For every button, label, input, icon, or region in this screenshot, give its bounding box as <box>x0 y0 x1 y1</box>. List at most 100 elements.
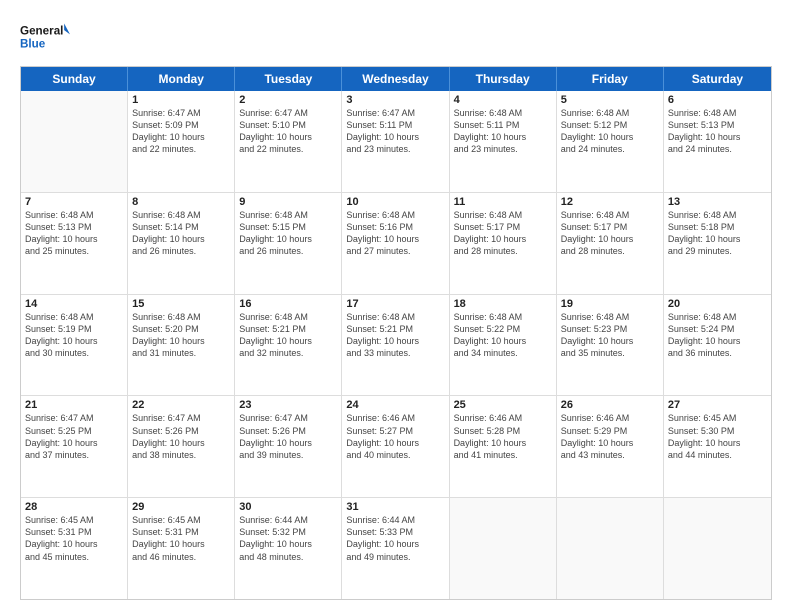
cell-info-line: Daylight: 10 hours <box>132 437 230 449</box>
header-cell-tuesday: Tuesday <box>235 67 342 91</box>
day-cell-26: 26Sunrise: 6:46 AMSunset: 5:29 PMDayligh… <box>557 396 664 497</box>
day-number: 27 <box>668 399 767 411</box>
day-number: 7 <box>25 196 123 208</box>
cell-info-line: Sunset: 5:27 PM <box>346 425 444 437</box>
cell-info-line: and 27 minutes. <box>346 245 444 257</box>
day-cell-24: 24Sunrise: 6:46 AMSunset: 5:27 PMDayligh… <box>342 396 449 497</box>
cell-info-line: Sunrise: 6:46 AM <box>561 412 659 424</box>
cell-info-line: Sunset: 5:11 PM <box>454 119 552 131</box>
cell-info-line: Sunset: 5:15 PM <box>239 221 337 233</box>
day-number: 17 <box>346 298 444 310</box>
day-cell-5: 5Sunrise: 6:48 AMSunset: 5:12 PMDaylight… <box>557 91 664 192</box>
cell-info-line: and 23 minutes. <box>454 143 552 155</box>
cell-info-line: Daylight: 10 hours <box>668 233 767 245</box>
cell-info-line: and 33 minutes. <box>346 347 444 359</box>
cell-info-line: Sunrise: 6:45 AM <box>132 514 230 526</box>
cell-info-line: Sunrise: 6:45 AM <box>25 514 123 526</box>
day-cell-30: 30Sunrise: 6:44 AMSunset: 5:32 PMDayligh… <box>235 498 342 599</box>
cell-info-line: and 40 minutes. <box>346 449 444 461</box>
cell-info-line: Sunset: 5:26 PM <box>132 425 230 437</box>
cell-info-line: Daylight: 10 hours <box>668 131 767 143</box>
cell-info-line: and 39 minutes. <box>239 449 337 461</box>
day-number: 14 <box>25 298 123 310</box>
cell-info-line: Sunrise: 6:46 AM <box>346 412 444 424</box>
cell-info-line: Daylight: 10 hours <box>668 437 767 449</box>
day-cell-16: 16Sunrise: 6:48 AMSunset: 5:21 PMDayligh… <box>235 295 342 396</box>
header-cell-saturday: Saturday <box>664 67 771 91</box>
cell-info-line: Daylight: 10 hours <box>668 335 767 347</box>
day-number: 8 <box>132 196 230 208</box>
day-cell-2: 2Sunrise: 6:47 AMSunset: 5:10 PMDaylight… <box>235 91 342 192</box>
cell-info-line: and 28 minutes. <box>561 245 659 257</box>
cell-info-line: and 45 minutes. <box>25 551 123 563</box>
cell-info-line: and 41 minutes. <box>454 449 552 461</box>
cell-info-line: Sunrise: 6:48 AM <box>346 311 444 323</box>
cell-info-line: Sunset: 5:13 PM <box>25 221 123 233</box>
cell-info-line: and 35 minutes. <box>561 347 659 359</box>
cell-info-line: Sunrise: 6:48 AM <box>454 107 552 119</box>
calendar-row-2: 14Sunrise: 6:48 AMSunset: 5:19 PMDayligh… <box>21 294 771 396</box>
cell-info-line: Daylight: 10 hours <box>239 233 337 245</box>
cell-info-line: Daylight: 10 hours <box>132 131 230 143</box>
day-number: 29 <box>132 501 230 513</box>
day-cell-3: 3Sunrise: 6:47 AMSunset: 5:11 PMDaylight… <box>342 91 449 192</box>
cell-info-line: and 46 minutes. <box>132 551 230 563</box>
calendar-body: 1Sunrise: 6:47 AMSunset: 5:09 PMDaylight… <box>21 91 771 599</box>
cell-info-line: and 22 minutes. <box>132 143 230 155</box>
day-cell-19: 19Sunrise: 6:48 AMSunset: 5:23 PMDayligh… <box>557 295 664 396</box>
cell-info-line: and 24 minutes. <box>561 143 659 155</box>
cell-info-line: and 48 minutes. <box>239 551 337 563</box>
cell-info-line: and 36 minutes. <box>668 347 767 359</box>
day-cell-1: 1Sunrise: 6:47 AMSunset: 5:09 PMDaylight… <box>128 91 235 192</box>
header-cell-sunday: Sunday <box>21 67 128 91</box>
day-cell-11: 11Sunrise: 6:48 AMSunset: 5:17 PMDayligh… <box>450 193 557 294</box>
empty-cell <box>21 91 128 192</box>
day-cell-14: 14Sunrise: 6:48 AMSunset: 5:19 PMDayligh… <box>21 295 128 396</box>
cell-info-line: Sunset: 5:11 PM <box>346 119 444 131</box>
cell-info-line: Daylight: 10 hours <box>561 335 659 347</box>
day-cell-10: 10Sunrise: 6:48 AMSunset: 5:16 PMDayligh… <box>342 193 449 294</box>
cell-info-line: and 30 minutes. <box>25 347 123 359</box>
cell-info-line: and 43 minutes. <box>561 449 659 461</box>
cell-info-line: Sunrise: 6:47 AM <box>25 412 123 424</box>
day-cell-23: 23Sunrise: 6:47 AMSunset: 5:26 PMDayligh… <box>235 396 342 497</box>
cell-info-line: Sunset: 5:20 PM <box>132 323 230 335</box>
day-number: 15 <box>132 298 230 310</box>
day-number: 30 <box>239 501 337 513</box>
cell-info-line: Daylight: 10 hours <box>561 437 659 449</box>
day-cell-28: 28Sunrise: 6:45 AMSunset: 5:31 PMDayligh… <box>21 498 128 599</box>
cell-info-line: Daylight: 10 hours <box>25 538 123 550</box>
day-cell-7: 7Sunrise: 6:48 AMSunset: 5:13 PMDaylight… <box>21 193 128 294</box>
cell-info-line: Sunset: 5:22 PM <box>454 323 552 335</box>
day-number: 1 <box>132 94 230 106</box>
cell-info-line: Sunset: 5:14 PM <box>132 221 230 233</box>
cell-info-line: and 32 minutes. <box>239 347 337 359</box>
day-cell-8: 8Sunrise: 6:48 AMSunset: 5:14 PMDaylight… <box>128 193 235 294</box>
cell-info-line: Sunrise: 6:48 AM <box>668 311 767 323</box>
day-number: 6 <box>668 94 767 106</box>
day-number: 22 <box>132 399 230 411</box>
cell-info-line: Daylight: 10 hours <box>346 437 444 449</box>
day-cell-17: 17Sunrise: 6:48 AMSunset: 5:21 PMDayligh… <box>342 295 449 396</box>
empty-cell <box>557 498 664 599</box>
cell-info-line: Daylight: 10 hours <box>132 335 230 347</box>
cell-info-line: and 29 minutes. <box>668 245 767 257</box>
calendar-row-3: 21Sunrise: 6:47 AMSunset: 5:25 PMDayligh… <box>21 395 771 497</box>
cell-info-line: Daylight: 10 hours <box>132 538 230 550</box>
cell-info-line: and 23 minutes. <box>346 143 444 155</box>
cell-info-line: Sunrise: 6:47 AM <box>132 107 230 119</box>
cell-info-line: Sunrise: 6:48 AM <box>561 311 659 323</box>
day-cell-20: 20Sunrise: 6:48 AMSunset: 5:24 PMDayligh… <box>664 295 771 396</box>
cell-info-line: Sunset: 5:30 PM <box>668 425 767 437</box>
day-number: 16 <box>239 298 337 310</box>
day-cell-18: 18Sunrise: 6:48 AMSunset: 5:22 PMDayligh… <box>450 295 557 396</box>
cell-info-line: Sunset: 5:33 PM <box>346 526 444 538</box>
cell-info-line: Daylight: 10 hours <box>346 335 444 347</box>
cell-info-line: Sunrise: 6:48 AM <box>454 311 552 323</box>
day-cell-15: 15Sunrise: 6:48 AMSunset: 5:20 PMDayligh… <box>128 295 235 396</box>
svg-text:Blue: Blue <box>20 38 46 51</box>
cell-info-line: Sunset: 5:17 PM <box>561 221 659 233</box>
cell-info-line: Daylight: 10 hours <box>561 233 659 245</box>
day-number: 31 <box>346 501 444 513</box>
svg-text:General: General <box>20 24 63 37</box>
